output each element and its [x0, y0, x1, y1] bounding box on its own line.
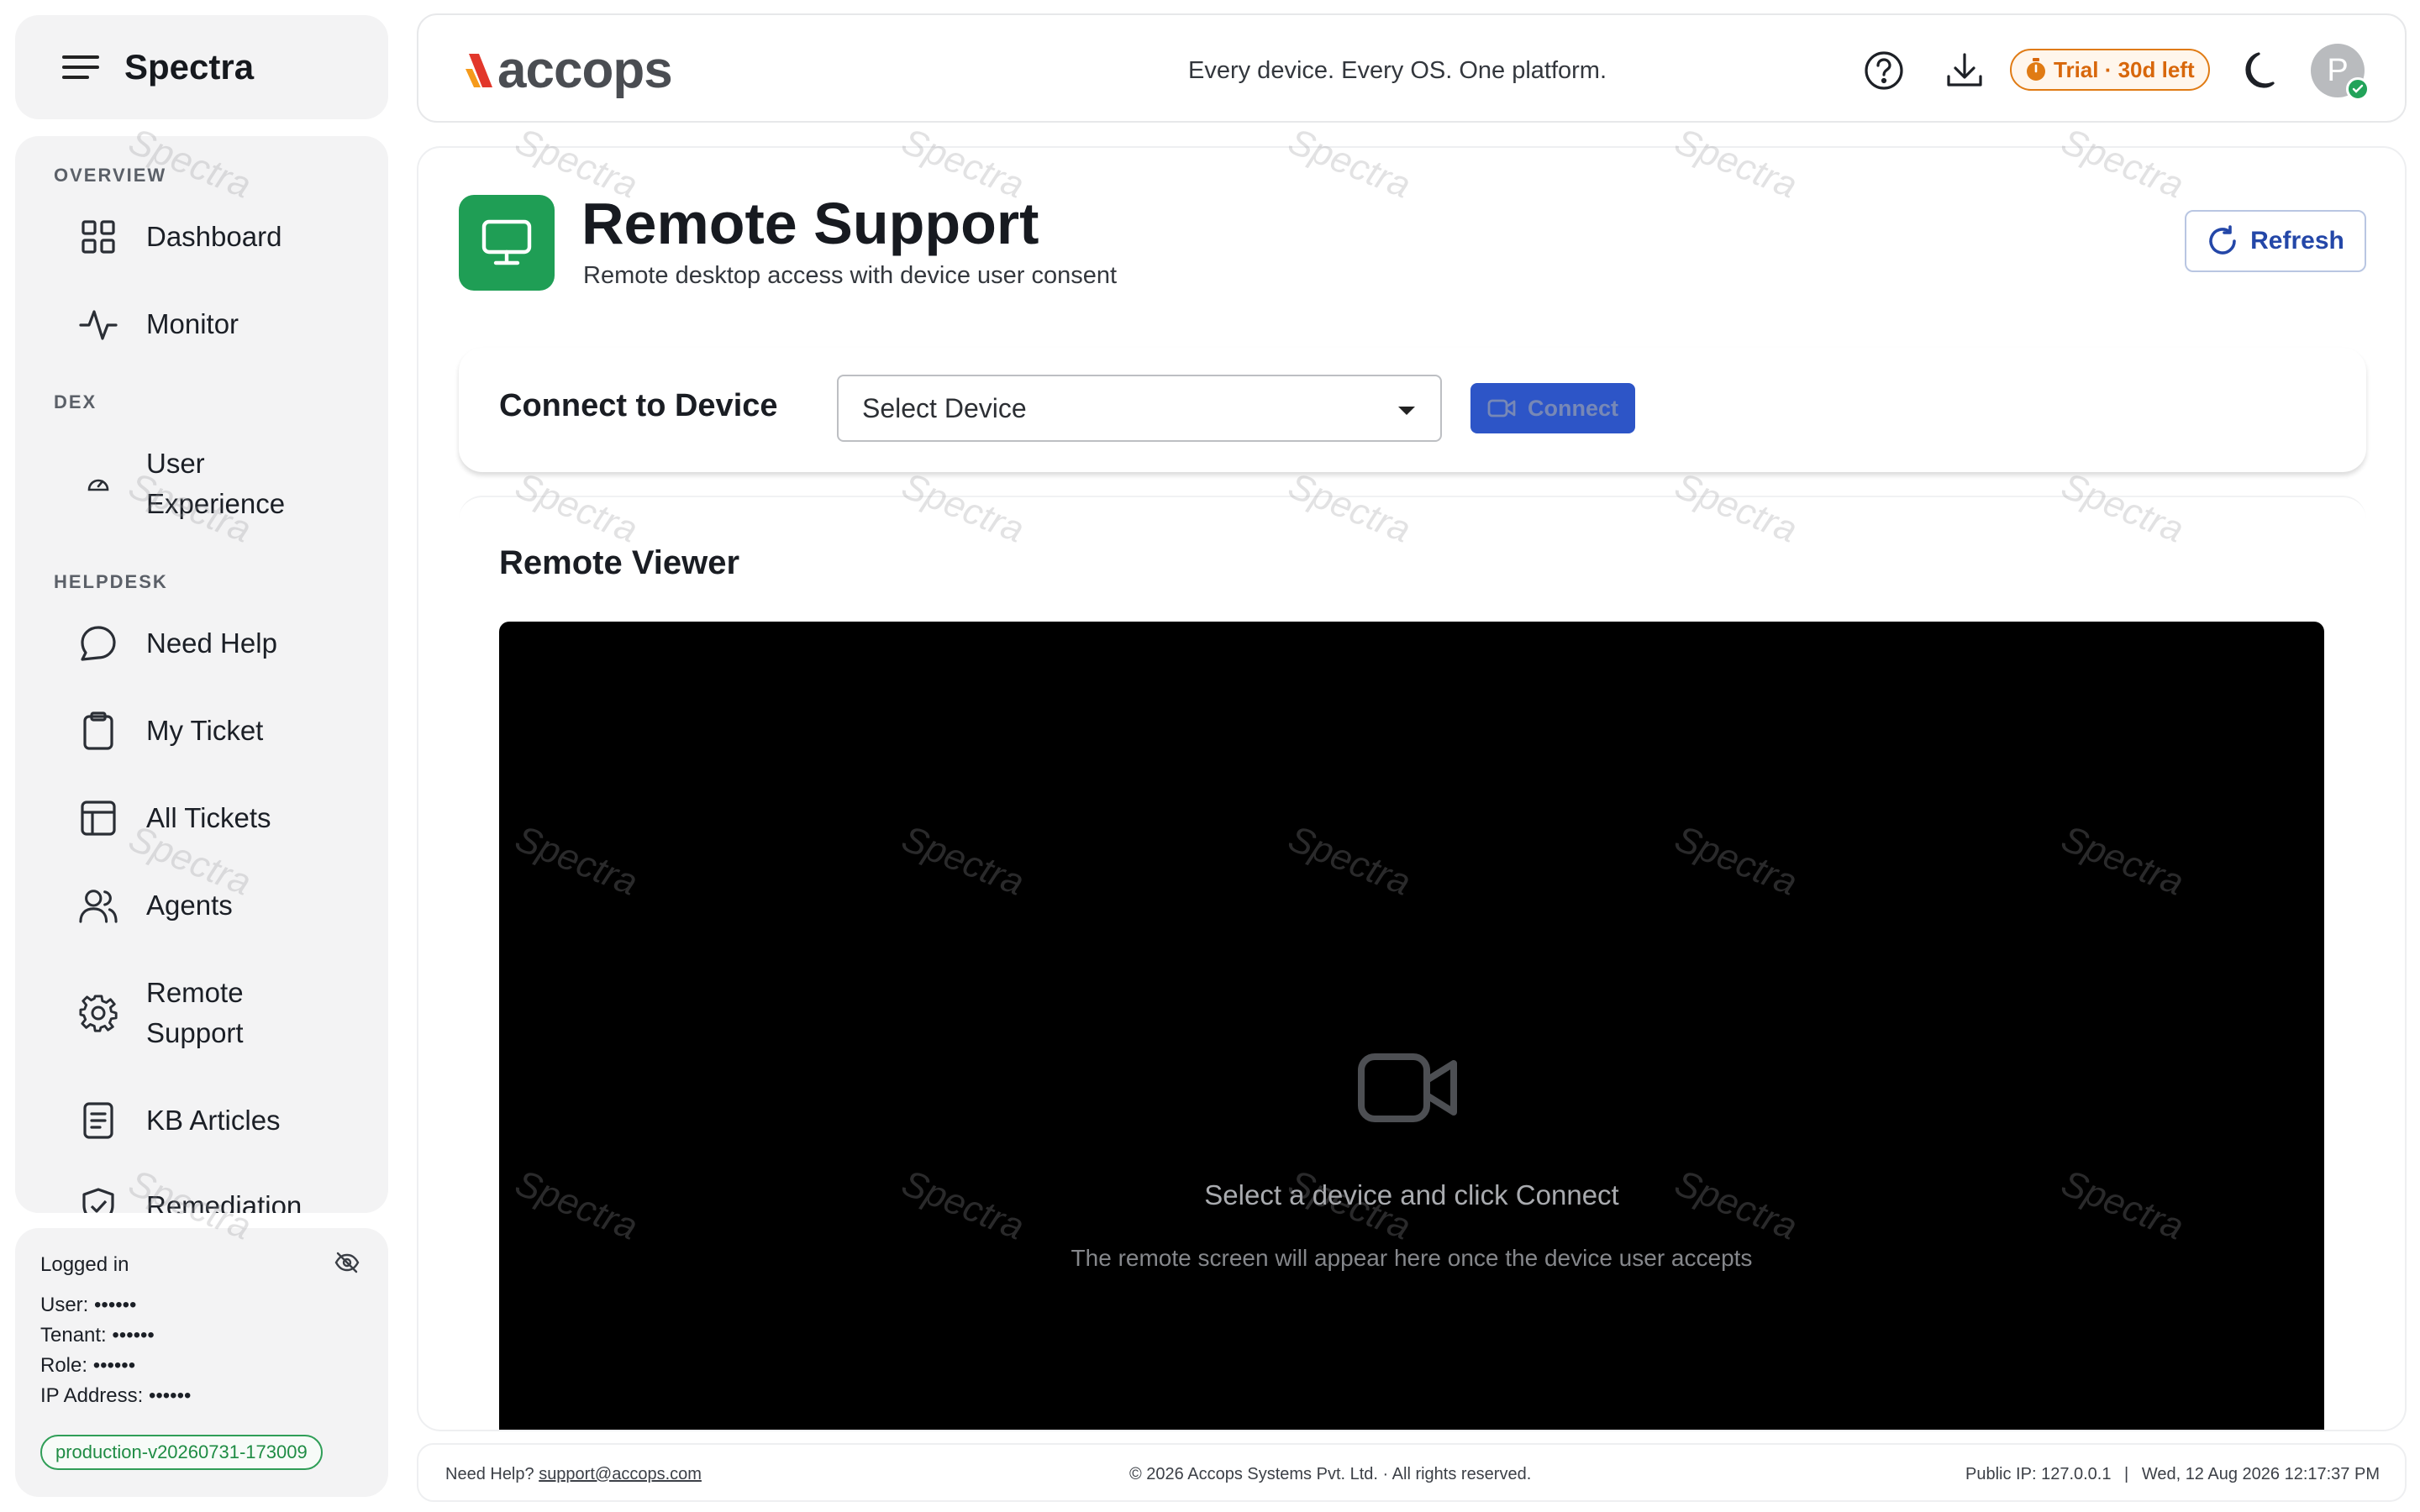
trial-badge[interactable]: Trial · 30d left: [2010, 49, 2210, 91]
remote-viewer-title: Remote Viewer: [499, 544, 740, 581]
accops-logo[interactable]: accops: [460, 40, 673, 100]
sidebar-item-user-experience[interactable]: User Experience: [79, 444, 365, 524]
brand-name: Spectra: [124, 47, 255, 87]
table-icon: [79, 799, 118, 837]
top-header: accops Every device. Every OS. One platf…: [417, 13, 2407, 123]
help-icon[interactable]: [1862, 49, 1906, 92]
download-icon[interactable]: [1943, 49, 1986, 92]
sidebar-item-agents[interactable]: Agents: [79, 885, 365, 926]
device-select[interactable]: Select Device: [837, 375, 1442, 442]
sidebar-nav: OVERVIEW Dashboard Monitor DEX User Expe…: [15, 136, 388, 1213]
sidebar-item-label: Need Help: [146, 627, 277, 659]
connect-title: Connect to Device: [499, 388, 778, 423]
eye-off-icon[interactable]: [334, 1252, 360, 1273]
footer-copyright: © 2026 Accops Systems Pvt. Ltd. · All ri…: [1129, 1465, 1532, 1483]
sidebar-item-all-tickets[interactable]: All Tickets: [79, 798, 365, 838]
session-info: Logged in User: •••••• Tenant: •••••• Ro…: [15, 1228, 388, 1497]
online-check-icon: [2346, 77, 2370, 101]
footer-help: Need Help? support@accops.com: [445, 1465, 702, 1484]
support-email-link[interactable]: support@accops.com: [539, 1465, 702, 1483]
sidebar-item-remediation[interactable]: Remediation: [79, 1186, 365, 1213]
sidebar-item-label: Dashboard: [146, 221, 282, 252]
footer-public-ip: Public IP: 127.0.0.1: [1965, 1465, 2112, 1483]
session-ip: IP Address: ••••••: [40, 1384, 192, 1407]
gear-icon: [79, 994, 118, 1032]
dark-mode-icon[interactable]: [2238, 49, 2282, 92]
viewer-placeholder-title: Select a device and click Connect: [1204, 1179, 1619, 1210]
connect-button[interactable]: Connect: [1470, 383, 1635, 433]
sidebar-item-need-help[interactable]: Need Help: [79, 623, 365, 664]
stopwatch-icon: [2025, 58, 2047, 81]
users-icon: [79, 886, 118, 925]
footer-status: Public IP: 127.0.0.1 | Wed, 12 Aug 2026 …: [1965, 1465, 2380, 1483]
refresh-label: Refresh: [2250, 227, 2344, 255]
sidebar-item-my-ticket[interactable]: My Ticket: [79, 711, 365, 751]
footer: Need Help? support@accops.com © 2026 Acc…: [417, 1443, 2407, 1502]
sidebar-item-monitor[interactable]: Monitor: [79, 304, 365, 344]
hamburger-menu-icon[interactable]: [62, 54, 99, 81]
sidebar-item-dashboard[interactable]: Dashboard: [79, 217, 365, 257]
logo-mark-icon: [460, 50, 494, 91]
session-user: User: ••••••: [40, 1294, 137, 1316]
connect-label: Connect: [1528, 395, 1618, 421]
user-avatar[interactable]: P: [2311, 44, 2370, 101]
document-icon: [79, 1101, 118, 1140]
clipboard-icon: [79, 711, 118, 750]
footer-help-prefix: Need Help?: [445, 1465, 534, 1483]
refresh-button[interactable]: Refresh: [2185, 210, 2366, 272]
sidebar-item-label: Monitor: [146, 308, 239, 339]
chevron-down-icon: [1398, 407, 1415, 415]
remote-viewer-card: Remote Viewer Select a device and click …: [459, 496, 2366, 1430]
shield-check-icon: [79, 1187, 118, 1213]
trial-text: Trial · 30d left: [2054, 56, 2195, 82]
connect-card: Connect to Device Select Device Connect: [459, 348, 2366, 472]
logo-text: accops: [497, 41, 673, 99]
version-badge: production-v20260731-173009: [40, 1435, 323, 1470]
session-role: Role: ••••••: [40, 1354, 136, 1377]
session-tenant: Tenant: ••••••: [40, 1324, 155, 1347]
sidebar-item-label: All Tickets: [146, 802, 271, 833]
section-overview: OVERVIEW: [54, 165, 167, 186]
refresh-icon: [2207, 225, 2238, 257]
session-title: Logged in: [40, 1253, 129, 1276]
gauge-icon: [79, 465, 118, 503]
sidebar-item-label: Agents: [146, 890, 233, 921]
avatar-initial: P: [2327, 52, 2349, 88]
main-panel: Remote Support Remote desktop access wit…: [417, 146, 2407, 1431]
sidebar-item-label: My Ticket: [146, 715, 264, 746]
device-select-value: Select Device: [862, 392, 1027, 423]
sidebar-item-label: User Experience: [146, 448, 286, 519]
section-helpdesk: HELPDESK: [54, 571, 168, 592]
section-dex: DEX: [54, 391, 97, 412]
chat-icon: [79, 624, 118, 663]
header-tagline: Every device. Every OS. One platform.: [1188, 57, 1607, 84]
monitor-icon: [459, 195, 555, 291]
sidebar-item-kb-articles[interactable]: KB Articles: [79, 1100, 365, 1141]
page-title: Remote Support: [581, 191, 1039, 256]
video-camera-icon: [1358, 1050, 1459, 1126]
sidebar-item-label: Remediation: [146, 1190, 302, 1213]
grid-icon: [79, 218, 118, 256]
footer-datetime: Wed, 12 Aug 2026 12:17:37 PM: [2141, 1465, 2380, 1483]
sidebar-item-label: KB Articles: [146, 1105, 281, 1136]
page-subtitle: Remote desktop access with device user c…: [583, 262, 1118, 289]
sidebar-item-remote-support[interactable]: Remote Support: [79, 973, 365, 1053]
video-camera-icon: [1487, 398, 1516, 418]
sidebar-item-label: Remote Support: [146, 977, 244, 1048]
sidebar-brand: Spectra: [15, 15, 388, 119]
pulse-icon: [79, 305, 118, 344]
viewer-placeholder-subtitle: The remote screen will appear here once …: [1071, 1245, 1753, 1271]
remote-screen[interactable]: Select a device and click Connect The re…: [499, 622, 2324, 1430]
